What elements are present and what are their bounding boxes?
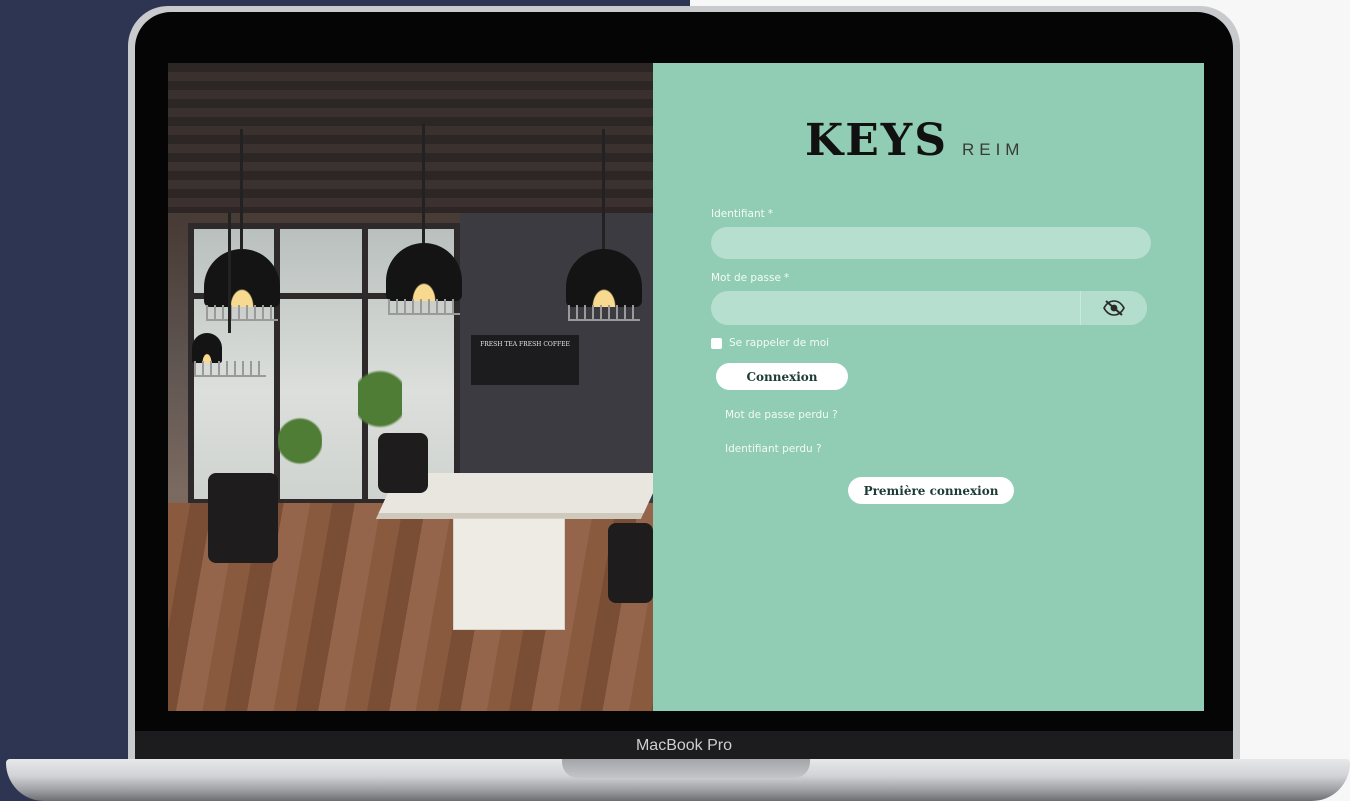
login-panel: KEYS REIM Identifiant * Mot de passe * Se … [653, 63, 1204, 711]
required-mark: * [767, 208, 773, 220]
required-mark: * [783, 272, 790, 284]
remember-me-label: Se rappeler de moi [729, 337, 830, 349]
logo-main-text: KEYS [805, 115, 948, 166]
eye-slash-icon [1103, 300, 1125, 316]
brand-logo: KEYS REIM [805, 115, 1025, 166]
photo-plant [278, 413, 322, 483]
photo-chalkboard: FRESH TEA FRESH COFFEE [471, 335, 579, 385]
photo-chair [208, 473, 278, 563]
laptop-screen: FRESH TEA FRESH COFFEE KEYS REIM Identif… [168, 63, 1204, 711]
lost-password-link[interactable]: Mot de passe perdu ? [725, 409, 838, 421]
login-button[interactable]: Connexion [716, 363, 848, 390]
username-label-text: Identifiant [711, 208, 765, 220]
lost-username-link[interactable]: Identifiant perdu ? [725, 443, 822, 455]
password-label-text: Mot de passe [711, 272, 781, 284]
office-photo: FRESH TEA FRESH COFFEE [168, 63, 653, 711]
toggle-password-button[interactable] [1080, 291, 1147, 325]
device-model-label: MacBook Pro [635, 737, 733, 754]
remember-me-checkbox[interactable] [711, 337, 722, 349]
pendant-lamp [192, 213, 266, 377]
first-login-button[interactable]: Première connexion [848, 477, 1014, 504]
photo-cabinet [453, 518, 565, 630]
username-label: Identifiant * [711, 208, 773, 220]
photo-chair [608, 523, 653, 603]
photo-chair [378, 433, 428, 493]
password-label: Mot de passe * [711, 272, 789, 284]
logo-sub-text: REIM [961, 140, 1025, 159]
remember-me-row[interactable]: Se rappeler de moi [711, 337, 829, 349]
username-input[interactable] [711, 227, 1151, 259]
password-field-group [711, 291, 1147, 325]
laptop-notch [562, 759, 810, 778]
